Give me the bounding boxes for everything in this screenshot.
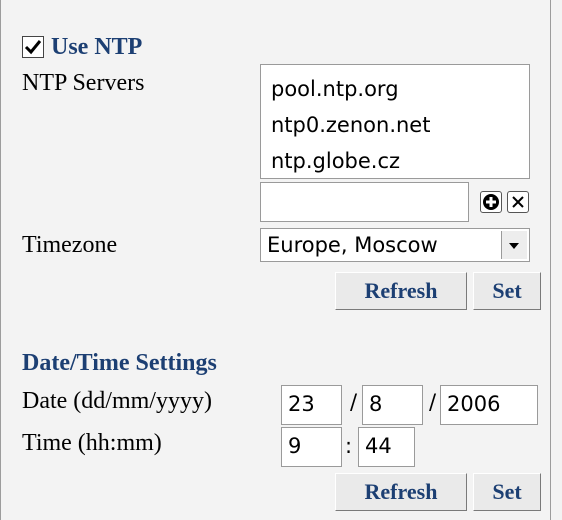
list-item[interactable]: pool.ntp.org xyxy=(271,71,529,107)
time-label: Time (hh:mm) xyxy=(22,430,162,456)
ntp-refresh-button[interactable]: Refresh xyxy=(335,272,467,310)
dropdown-button[interactable] xyxy=(501,231,527,259)
timezone-selected-value: Europe, Moscow xyxy=(267,233,438,257)
month-input[interactable]: 8 xyxy=(362,385,423,425)
checkmark-icon xyxy=(24,40,42,55)
date-separator: / xyxy=(350,390,358,414)
hour-input[interactable]: 9 xyxy=(281,427,342,467)
ntp-set-button[interactable]: Set xyxy=(473,272,541,310)
close-icon xyxy=(512,196,524,208)
year-input[interactable]: 2006 xyxy=(440,385,538,425)
date-separator: / xyxy=(429,390,437,414)
list-item[interactable]: ntp0.zenon.net xyxy=(271,107,529,143)
use-ntp-checkbox[interactable] xyxy=(22,36,44,58)
day-input[interactable]: 23 xyxy=(281,385,342,425)
minute-input[interactable]: 44 xyxy=(358,427,415,467)
settings-panel: Use NTP NTP Servers pool.ntp.org ntp0.ze… xyxy=(0,0,551,520)
date-label: Date (dd/mm/yyyy) xyxy=(22,388,212,414)
timezone-label: Timezone xyxy=(22,232,118,258)
new-server-input[interactable] xyxy=(260,182,469,222)
time-separator: : xyxy=(345,434,353,458)
use-ntp-label: Use NTP xyxy=(51,34,143,60)
plus-icon xyxy=(483,194,499,210)
datetime-refresh-button[interactable]: Refresh xyxy=(335,473,467,511)
datetime-set-button[interactable]: Set xyxy=(473,473,541,511)
ntp-servers-label: NTP Servers xyxy=(22,70,145,96)
ntp-servers-list[interactable]: pool.ntp.org ntp0.zenon.net ntp.globe.cz xyxy=(260,64,530,179)
list-item[interactable]: ntp.globe.cz xyxy=(271,143,529,179)
remove-server-button[interactable] xyxy=(507,191,529,213)
chevron-down-icon xyxy=(509,243,519,249)
timezone-select[interactable]: Europe, Moscow xyxy=(260,228,530,262)
add-server-button[interactable] xyxy=(480,191,502,213)
datetime-heading: Date/Time Settings xyxy=(22,350,217,376)
